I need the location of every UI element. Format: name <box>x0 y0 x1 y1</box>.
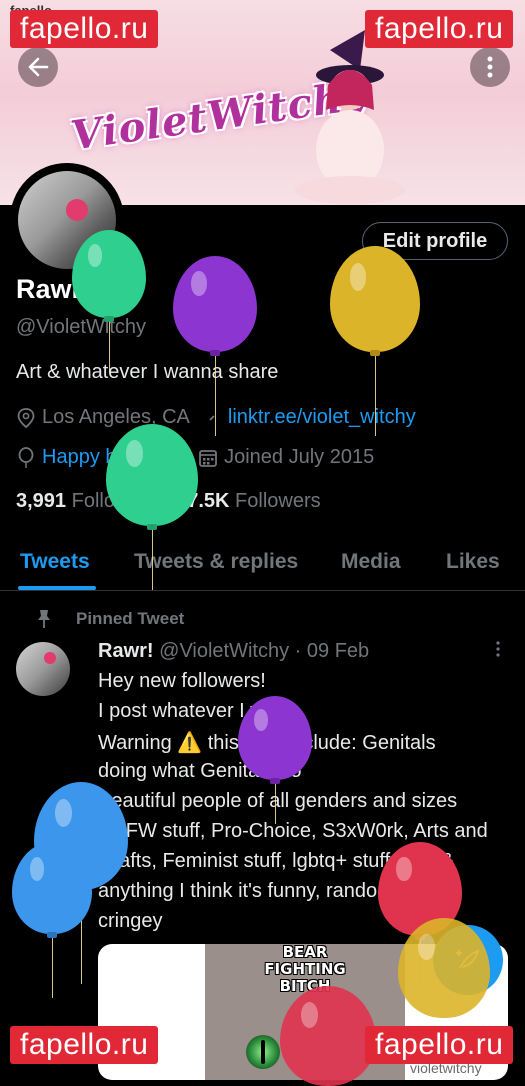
banner-character-art <box>295 30 405 204</box>
pinned-tweet-label: Pinned Tweet <box>76 609 185 628</box>
profile-tabs: Tweets Tweets & replies Media Likes <box>0 540 525 591</box>
tweet-author-name[interactable]: Rawr! <box>98 640 154 662</box>
link-icon <box>209 414 215 421</box>
more-options-button[interactable] <box>470 47 510 87</box>
tweet-more-button[interactable] <box>495 640 501 664</box>
followers-stat[interactable]: 17.5K Followers <box>176 490 321 513</box>
profile-bio: Art & whatever I wanna share <box>16 361 279 383</box>
tweet-header: Rawr! @VioletWitchy · 09 Feb <box>98 640 369 663</box>
corner-username-text: violetwitchy <box>410 1060 482 1076</box>
back-button[interactable] <box>18 47 58 87</box>
profile-joined-date: Joined July 2015 <box>224 446 375 468</box>
profile-website-link[interactable]: linktr.ee/violet_witchy <box>228 406 416 429</box>
active-tab-indicator <box>18 586 96 590</box>
tweet-handle-time: @VioletWitchy · 09 Feb <box>159 640 370 662</box>
watermark-top-left: fapello.ru <box>10 10 159 48</box>
tweet-text-line: anything I think it's funny, random, or <box>98 880 423 902</box>
more-vertical-icon <box>487 56 493 78</box>
following-count: 3,991 <box>16 490 67 512</box>
watermark-bottom-left: fapello.ru <box>10 1026 159 1064</box>
tweet-text-line: Hey new followers! <box>98 670 266 692</box>
location-pin-icon <box>17 407 35 428</box>
pinned-tweet-label-row: Pinned Tweet <box>38 609 185 629</box>
balloon-icon <box>18 446 34 468</box>
tweet-text-line: NSFW stuff, Pro-Choice, S3xW0rk, Arts an… <box>98 820 488 842</box>
tab-tweets-and-replies[interactable]: Tweets & replies <box>134 550 298 574</box>
watermark-bottom-right: fapello.ru <box>365 1026 514 1064</box>
cat-eye-icon <box>246 1035 280 1069</box>
tweet-text-line: cringey <box>98 910 163 932</box>
arrow-left-icon <box>28 57 49 77</box>
watermark-top-right: fapello.ru <box>365 10 514 48</box>
tweet-author-avatar[interactable] <box>16 642 70 696</box>
calendar-icon <box>199 449 217 467</box>
followers-label: Followers <box>235 490 321 512</box>
tweet-text-line: Beautiful people of all genders and size… <box>98 790 458 812</box>
profile-handle: @VioletWitchy <box>16 316 146 338</box>
tab-media[interactable]: Media <box>341 550 401 574</box>
tab-likes[interactable]: Likes <box>446 550 500 574</box>
profile-location: Los Angeles, CA <box>42 406 190 428</box>
pin-icon <box>38 610 50 628</box>
more-vertical-icon <box>496 641 500 657</box>
tab-tweets[interactable]: Tweets <box>20 550 90 574</box>
tweet-media-caption: BEAR FIGHTING BITCH <box>264 943 346 995</box>
